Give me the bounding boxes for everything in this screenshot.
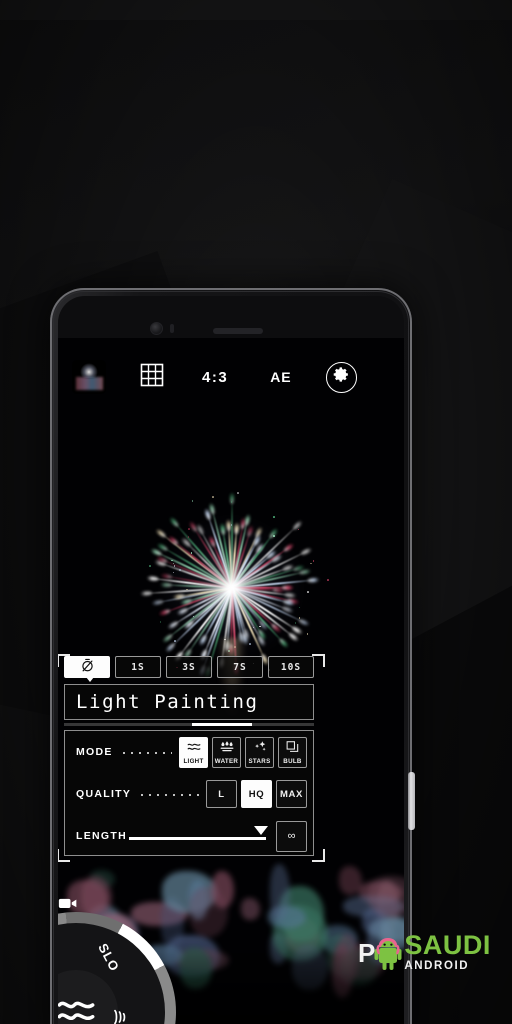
firework-spark xyxy=(295,622,297,624)
mode-label-water: WATER xyxy=(215,758,238,765)
panel-scroll-thumb[interactable] xyxy=(192,723,252,726)
light-painting-control-panel: 1S 3S 7S 10S Light Painting MODE LIGHT W… xyxy=(58,654,325,862)
timer-option-10s[interactable]: 10S xyxy=(268,656,314,678)
mode-button-group: LIGHT WATER STARS BULB xyxy=(179,737,307,768)
phone-top-bezel xyxy=(58,296,404,338)
timer-option-3s[interactable]: 3S xyxy=(166,656,212,678)
watermark: P SAUDI ANDROID xyxy=(358,933,491,972)
mode-button-water[interactable]: WATER xyxy=(212,737,241,768)
thumbnail-firework xyxy=(80,363,98,378)
grid-icon[interactable] xyxy=(140,363,164,392)
timer-option-row: 1S 3S 7S 10S xyxy=(64,656,314,678)
row-mode: MODE LIGHT WATER STARS BULB xyxy=(65,731,315,773)
android-mascot-icon xyxy=(373,935,403,971)
earpiece-speaker xyxy=(213,328,263,334)
background-top-strip xyxy=(0,0,512,20)
mode-button-bulb[interactable]: BULB xyxy=(278,737,307,768)
row-label-mode: MODE xyxy=(76,746,113,758)
mode-label-light: LIGHT xyxy=(183,758,203,765)
firework-spark xyxy=(327,579,329,581)
timer-option-7s[interactable]: 7S xyxy=(217,656,263,678)
quality-button-group: L HQ MAX xyxy=(206,780,307,808)
firework-spark xyxy=(237,492,239,494)
phone-device: 4:3 AE 1S 3S 7S 10S Light Painting MODE … xyxy=(50,288,412,1024)
panel-title-bar: Light Painting xyxy=(64,684,314,720)
person-silhouette xyxy=(198,1011,221,1024)
timer-option-off[interactable] xyxy=(64,656,110,678)
firework-spark xyxy=(307,591,309,593)
row-quality: QUALITY L HQ MAX xyxy=(65,773,315,815)
gear-icon xyxy=(333,366,350,388)
row-dots-mode xyxy=(120,747,172,757)
row-label-quality: QUALITY xyxy=(76,788,131,800)
firework-spark xyxy=(191,552,193,554)
firework-spark xyxy=(188,528,190,530)
firework-spark xyxy=(249,643,251,645)
firework-spark xyxy=(179,569,181,571)
crowd-blob xyxy=(241,898,259,920)
camera-top-toolbar: 4:3 AE xyxy=(58,338,404,416)
timer-off-icon xyxy=(80,658,95,676)
front-camera-icon xyxy=(150,322,163,335)
power-button[interactable] xyxy=(408,772,415,830)
settings-button[interactable] xyxy=(326,362,357,393)
mode-label-bulb: BULB xyxy=(283,758,301,765)
row-dots-quality xyxy=(138,789,199,799)
quality-button-max[interactable]: MAX xyxy=(276,780,307,808)
timer-selection-caret xyxy=(86,677,94,682)
crowd-blob xyxy=(270,864,290,920)
row-label-length: LENGTH xyxy=(76,830,127,842)
water-drops-icon xyxy=(220,739,234,757)
slider-marker-icon[interactable] xyxy=(254,826,268,835)
mode-label-stars: STARS xyxy=(248,758,270,765)
row-length: LENGTH ∞ xyxy=(65,815,315,857)
crowd-blob xyxy=(339,866,363,895)
firework-spark xyxy=(273,535,275,537)
timer-option-1s[interactable]: 1S xyxy=(115,656,161,678)
camera-mode-dial[interactable]: SLO xyxy=(58,912,196,1024)
dial-video-camera-icon[interactable] xyxy=(58,896,78,915)
thumbnail-crowd xyxy=(76,377,103,390)
phone-screen: 4:3 AE 1S 3S 7S 10S Light Painting MODE … xyxy=(58,338,404,1024)
layers-icon xyxy=(286,739,299,757)
mode-button-light[interactable]: LIGHT xyxy=(179,737,208,768)
firework-spark xyxy=(212,496,214,498)
panel-settings-rows: MODE LIGHT WATER STARS BULB QUALITY L HQ… xyxy=(64,730,314,856)
firework-spark xyxy=(231,524,233,526)
firework-spark xyxy=(174,640,176,642)
watermark-subtitle: ANDROID xyxy=(404,960,491,972)
watermark-text: SAUDI ANDROID xyxy=(404,933,491,972)
gallery-thumbnail[interactable] xyxy=(72,360,106,394)
length-slider[interactable] xyxy=(127,824,270,848)
promo-page: 4:3 AE 1S 3S 7S 10S Light Painting MODE … xyxy=(0,0,512,1024)
dial-light-painting-icon[interactable] xyxy=(111,1008,128,1024)
auto-exposure-label[interactable]: AE xyxy=(270,369,291,385)
sparkles-icon xyxy=(253,739,267,757)
firework-core xyxy=(226,583,236,593)
proximity-sensor-icon xyxy=(170,324,174,333)
firework-spark xyxy=(273,516,275,518)
crowd-blob xyxy=(368,876,404,917)
panel-scroll-track[interactable] xyxy=(64,723,314,726)
aspect-ratio-label[interactable]: 4:3 xyxy=(202,369,228,386)
person-silhouette xyxy=(266,1011,303,1024)
page-title: Light Painting xyxy=(76,691,259,713)
light-painting-waves-icon xyxy=(58,995,96,1024)
person-silhouette xyxy=(336,1011,369,1024)
mode-button-stars[interactable]: STARS xyxy=(245,737,274,768)
watermark-brand: SAUDI xyxy=(404,930,491,960)
firework-spark xyxy=(149,565,151,567)
quality-button-l[interactable]: L xyxy=(206,780,237,808)
slider-track xyxy=(129,837,266,840)
waves-icon xyxy=(187,739,201,757)
length-infinity-button[interactable]: ∞ xyxy=(276,821,307,852)
quality-button-hq[interactable]: HQ xyxy=(241,780,272,808)
firework-spark xyxy=(171,560,173,562)
